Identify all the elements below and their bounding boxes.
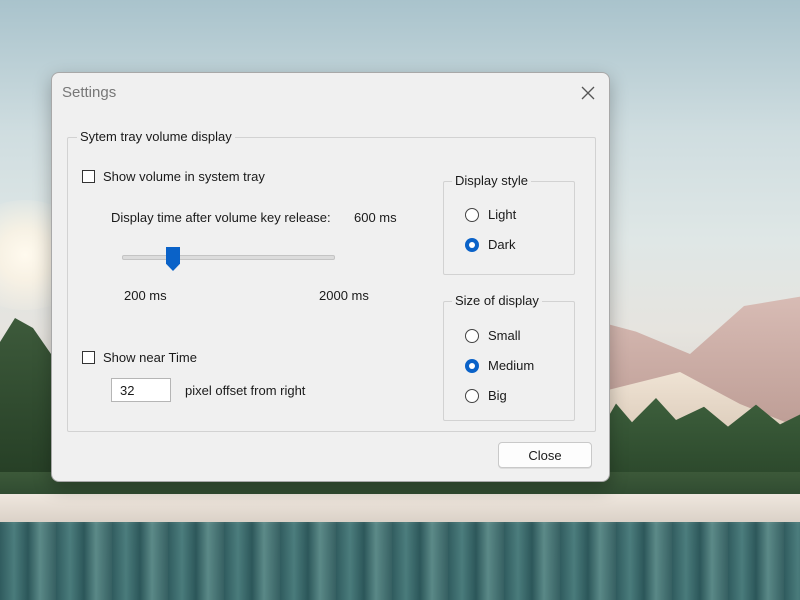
wallpaper-beach	[0, 494, 800, 524]
size-of-display-group: Size of display Small Medium Big	[443, 293, 575, 421]
show-near-time-checkbox[interactable]	[82, 351, 95, 364]
tray-volume-group: Sytem tray volume display Show volume in…	[67, 129, 596, 432]
radio-light-label: Light	[488, 207, 517, 222]
size-of-display-legend: Size of display	[452, 293, 542, 308]
pixel-offset-input[interactable]	[111, 378, 171, 402]
show-near-time-label: Show near Time	[103, 350, 197, 365]
display-style-legend: Display style	[452, 173, 531, 188]
slider-min-label: 200 ms	[124, 288, 167, 303]
radio-medium-row[interactable]: Medium	[465, 358, 534, 373]
pixel-offset-label: pixel offset from right	[185, 383, 306, 398]
radio-big[interactable]	[465, 388, 479, 403]
radio-light[interactable]	[465, 207, 479, 222]
radio-small[interactable]	[465, 328, 479, 343]
show-volume-label: Show volume in system tray	[103, 169, 265, 184]
window-close-button[interactable]	[573, 79, 603, 107]
radio-dark-row[interactable]: Dark	[465, 237, 515, 252]
display-time-label: Display time after volume key release:	[111, 210, 331, 225]
radio-dark[interactable]	[465, 237, 479, 252]
radio-small-row[interactable]: Small	[465, 328, 521, 343]
radio-dark-label: Dark	[488, 237, 516, 252]
display-style-group: Display style Light Dark	[443, 173, 575, 275]
radio-big-label: Big	[488, 388, 507, 403]
close-button[interactable]: Close	[498, 442, 592, 468]
close-icon	[581, 86, 595, 100]
settings-window: Settings Sytem tray volume display Show …	[51, 72, 610, 482]
radio-big-row[interactable]: Big	[465, 388, 507, 403]
radio-medium[interactable]	[465, 358, 479, 373]
wallpaper-water	[0, 522, 800, 600]
display-time-value: 600 ms	[354, 210, 397, 225]
radio-light-row[interactable]: Light	[465, 207, 516, 222]
window-title: Settings	[62, 84, 117, 101]
title-bar[interactable]: Settings	[52, 73, 609, 113]
show-near-time-checkbox-row[interactable]: Show near Time	[82, 350, 197, 365]
radio-medium-label: Medium	[488, 358, 535, 373]
show-volume-checkbox-row[interactable]: Show volume in system tray	[82, 169, 265, 184]
slider-max-label: 2000 ms	[319, 288, 369, 303]
display-time-slider-track[interactable]	[122, 255, 335, 260]
display-time-slider-thumb[interactable]	[166, 247, 180, 271]
show-volume-checkbox[interactable]	[82, 170, 95, 183]
tray-volume-group-legend: Sytem tray volume display	[77, 129, 235, 144]
radio-small-label: Small	[488, 328, 521, 343]
